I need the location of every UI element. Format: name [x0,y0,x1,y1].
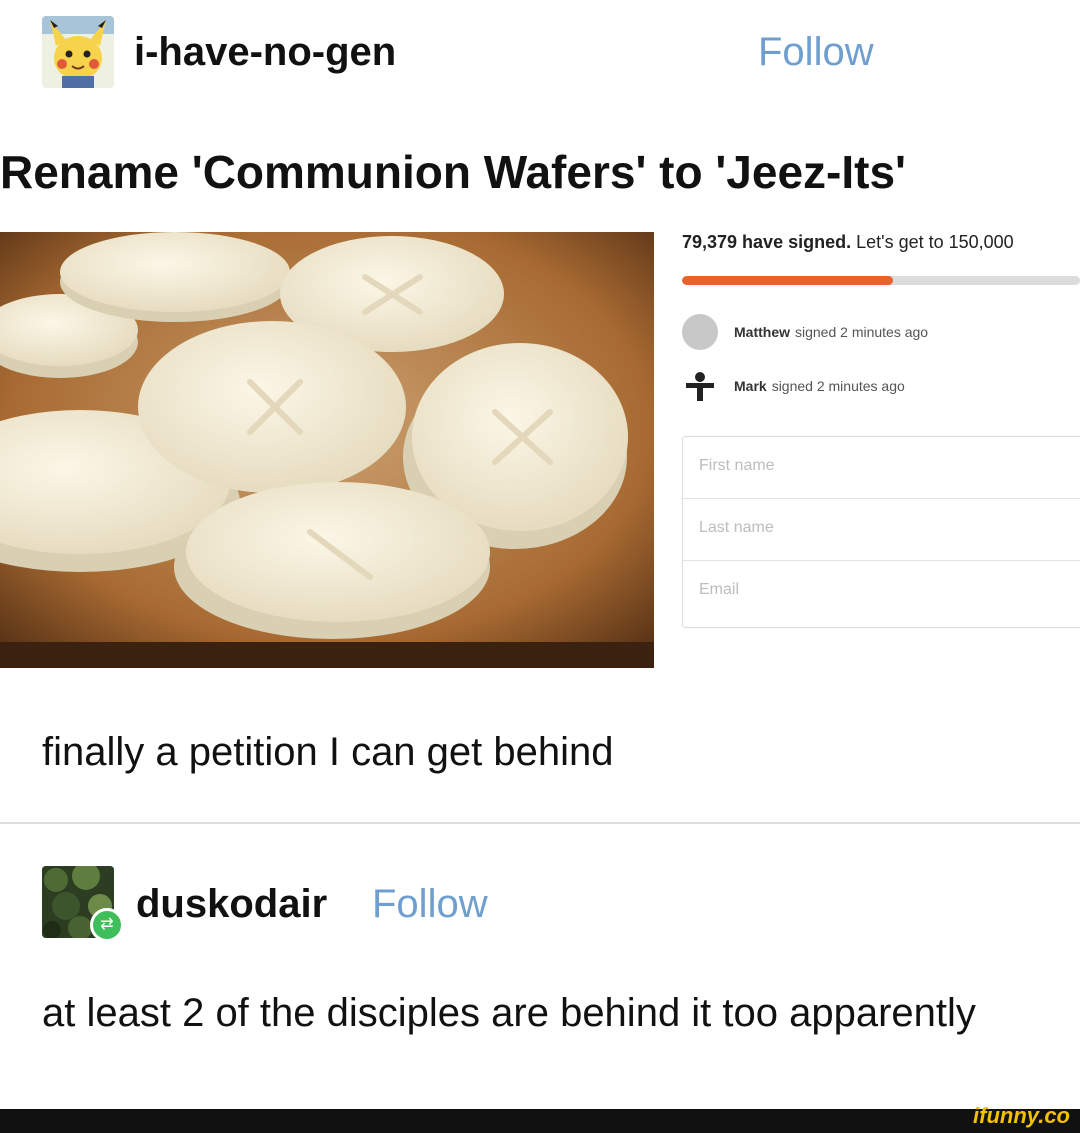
signer-action: signed 2 minutes ago [771,378,905,394]
signer-item: Mark signed 2 minutes ago [682,366,905,406]
post-title: Rename 'Communion Wafers' to 'Jeez-Its' [0,146,906,198]
signed-count: 79,379 have signed. [682,232,852,252]
progress-fill [682,276,893,285]
pikachu-avatar-icon [42,16,114,88]
first-name-field[interactable]: First name [683,437,1080,499]
divider [0,822,1080,824]
watermark-bar: ifunny.co [0,1103,1080,1133]
watermark-logo: ifunny.co [973,1103,1070,1128]
signer-item: Matthew signed 2 minutes ago [682,312,928,352]
signer-name: Mark [734,378,767,394]
reblog-comment: at least 2 of the disciples are behind i… [42,991,976,1035]
petition-progress-bar [682,276,1080,285]
post-caption: finally a petition I can get behind [42,730,614,774]
user-avatar[interactable] [42,16,114,88]
signer-avatar [682,314,718,350]
petition-status: 79,379 have signed. Let's get to 150,000 [682,232,1014,253]
last-name-field[interactable]: Last name [683,499,1080,561]
reblog-icon: ⇄ [90,908,124,942]
signer-action: signed 2 minutes ago [795,324,929,340]
petition-form: First name Last name Email [682,436,1080,628]
petition-panel: 79,379 have signed. Let's get to 150,000… [682,232,1080,632]
follow-button[interactable]: Follow [758,30,874,75]
figure-icon [686,372,714,401]
signer-avatar [682,368,718,404]
goal-text: Let's get to 150,000 [856,232,1014,252]
post-username[interactable]: i-have-no-gen [134,30,396,75]
reblog-follow-button[interactable]: Follow [372,882,488,927]
signer-name: Matthew [734,324,790,340]
email-field[interactable]: Email [683,561,1080,623]
reblog-username[interactable]: duskodair [136,882,327,927]
communion-wafers-photo [0,232,654,668]
